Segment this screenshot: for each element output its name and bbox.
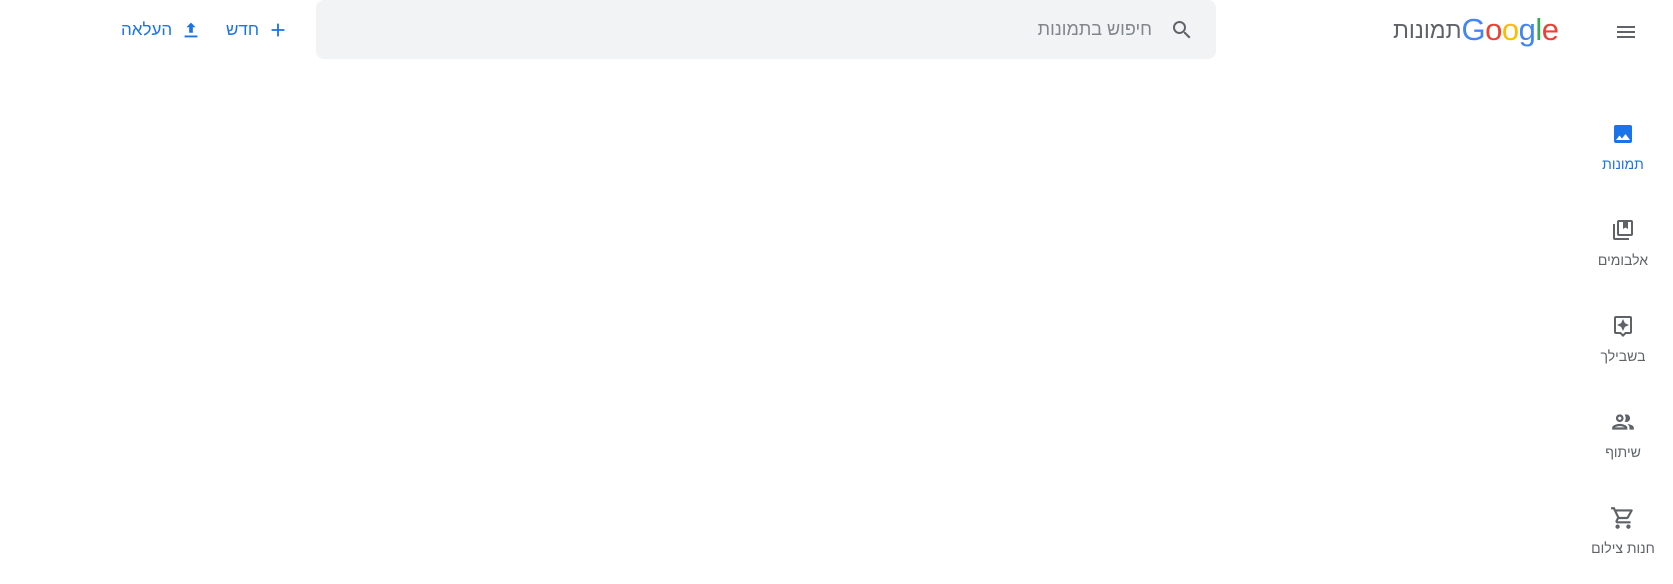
nav-item-sharing[interactable]: שיתוף [1573, 408, 1673, 488]
photo-icon [1609, 120, 1637, 148]
cart-icon [1609, 504, 1637, 532]
top-bar: Google תמונות חדש העלאה [0, 0, 1673, 64]
nav-item-photo-store[interactable]: חנות צילום [1573, 504, 1673, 584]
nav-item-label: תמונות [1602, 156, 1644, 172]
nav-item-label: בשבילך [1600, 348, 1646, 364]
search-button[interactable] [1152, 0, 1212, 59]
create-new-button[interactable]: חדש [226, 12, 289, 48]
product-name: תמונות [1393, 16, 1462, 43]
google-wordmark: Google [1461, 12, 1559, 48]
main-menu-button[interactable] [1602, 8, 1650, 56]
upload-label: העלאה [121, 20, 173, 39]
search-icon [1173, 20, 1191, 38]
nav-item-label: חנות צילום [1591, 540, 1655, 556]
nav-item-for-you[interactable]: בשבילך [1573, 312, 1673, 392]
logo-letter: e [1541, 12, 1559, 47]
album-icon [1609, 216, 1637, 244]
sharing-icon [1609, 408, 1637, 436]
search-bar [316, 0, 1216, 59]
nav-item-photos[interactable]: תמונות [1573, 120, 1673, 200]
upload-icon [184, 22, 198, 38]
nav-item-label: שיתוף [1605, 444, 1641, 460]
plus-icon [271, 23, 285, 37]
hamburger-menu-icon [1617, 26, 1635, 38]
nav-item-albums[interactable]: אלבומים [1573, 216, 1673, 296]
logo-letter: o [1485, 12, 1502, 47]
logo-letter: G [1461, 12, 1486, 47]
logo-letter: o [1501, 12, 1519, 47]
for-you-icon [1609, 312, 1637, 340]
upload-button[interactable]: העלאה [121, 12, 202, 48]
search-input[interactable] [316, 9, 1152, 50]
logo-letter: g [1518, 12, 1536, 47]
nav-item-label: אלבומים [1597, 252, 1649, 268]
create-new-label: חדש [226, 20, 260, 39]
google-photos-logo[interactable]: Google תמונות [1387, 10, 1559, 50]
